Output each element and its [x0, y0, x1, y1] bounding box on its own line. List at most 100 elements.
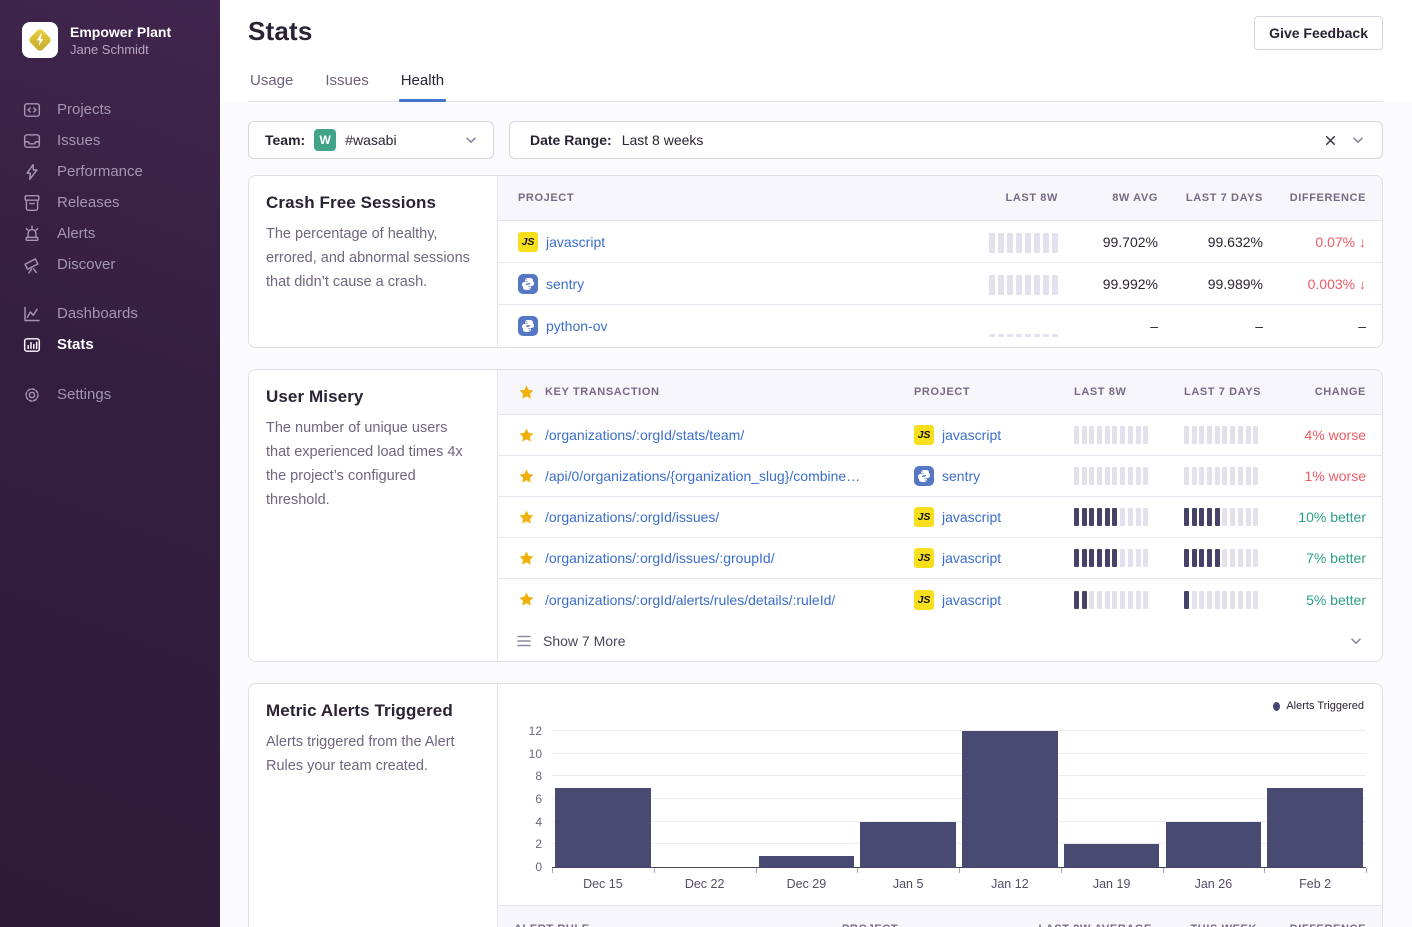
star-icon[interactable]	[518, 427, 535, 444]
legend-label: Alerts Triggered	[1286, 700, 1364, 712]
y-axis-tick-label: 8	[514, 769, 542, 783]
bar-series	[552, 718, 1366, 867]
crash-free-title: Crash Free Sessions	[266, 193, 475, 213]
score-bar	[1074, 548, 1184, 568]
discover-icon	[22, 255, 41, 274]
star-icon[interactable]	[518, 468, 535, 485]
transaction-link[interactable]: /organizations/:orgId/alerts/rules/detai…	[545, 592, 835, 608]
transaction-link[interactable]: /organizations/:orgId/issues/	[545, 509, 719, 525]
sidebar-nav: ProjectsIssuesPerformance Releases Alerts D…	[22, 94, 220, 410]
crash-free-row: JSjavascript99.702%99.632%0.07% ↓	[498, 221, 1382, 263]
sidebar-item-discover[interactable]: Discover	[22, 249, 220, 280]
score-bar	[1184, 425, 1294, 445]
project-link[interactable]: sentry	[546, 276, 584, 292]
project-link[interactable]: javascript	[942, 550, 1001, 566]
date-range-value: Last 8 weeks	[622, 132, 1311, 148]
bar	[860, 822, 956, 867]
project-link[interactable]: sentry	[942, 468, 980, 484]
sidebar-item-settings[interactable]: Settings	[22, 379, 220, 410]
x-axis-tick	[552, 868, 553, 873]
x-axis-tick	[1163, 868, 1164, 873]
x-axis-label: Jan 26	[1163, 877, 1265, 891]
sidebar-item-label: Stats	[57, 336, 94, 353]
user-misery-title: User Misery	[266, 387, 475, 407]
x-axis-tick	[959, 868, 960, 873]
sparkline	[989, 231, 1058, 253]
bar	[962, 731, 1058, 867]
metric-alerts-title: Metric Alerts Triggered	[266, 701, 475, 721]
sidebar-item-releases[interactable]: Releases	[22, 187, 220, 218]
col-this-week: This Week	[1190, 923, 1257, 927]
org-switcher[interactable]: Empower Plant Jane Schmidt	[22, 22, 220, 58]
sidebar-item-performance[interactable]: Performance	[22, 156, 220, 187]
project-link[interactable]: javascript	[942, 427, 1001, 443]
change-value: 4% worse	[1305, 427, 1366, 443]
project-link[interactable]: javascript	[942, 592, 1001, 608]
team-selector[interactable]: Team: W #wasabi	[248, 121, 494, 159]
sparkline	[989, 273, 1058, 295]
project-link[interactable]: javascript	[942, 509, 1001, 525]
team-value: #wasabi	[345, 132, 454, 148]
last7-value: 99.989%	[1208, 276, 1263, 292]
transaction-link[interactable]: /organizations/:orgId/stats/team/	[545, 427, 744, 443]
sidebar-item-label: Alerts	[57, 225, 95, 242]
stats-icon	[22, 335, 41, 354]
transaction-link[interactable]: /organizations/:orgId/issues/:groupId/	[545, 550, 775, 566]
x-axis-label: Dec 15	[552, 877, 654, 891]
col-difference: Difference	[1290, 192, 1366, 204]
y-axis-tick-label: 4	[514, 815, 542, 829]
change-value: 10% better	[1298, 509, 1366, 525]
project-link[interactable]: javascript	[546, 234, 605, 250]
x-axis-label: Feb 2	[1264, 877, 1366, 891]
col-last-7-days: Last 7 Days	[1186, 192, 1263, 204]
sidebar-item-issues[interactable]: Issues	[22, 125, 220, 156]
sidebar-item-alerts[interactable]: Alerts	[22, 218, 220, 249]
close-icon	[1323, 133, 1338, 148]
y-axis-tick-label: 12	[514, 724, 542, 738]
sidebar-item-dashboards[interactable]: Dashboards	[22, 298, 220, 329]
chart-legend: Alerts Triggered	[1273, 700, 1364, 712]
sidebar-item-projects[interactable]: Projects	[22, 94, 220, 125]
user-misery-row: /organizations/:orgId/stats/team/JS javas…	[498, 415, 1382, 456]
clear-date-button[interactable]	[1321, 131, 1340, 150]
nav-group-gap	[22, 280, 220, 298]
crash-free-row: sentry99.992%99.989%0.003% ↓	[498, 263, 1382, 305]
score-bar	[1184, 548, 1294, 568]
user-misery-row: /organizations/:orgId/alerts/rules/detai…	[498, 579, 1382, 620]
difference-value: 0.003% ↓	[1308, 276, 1366, 292]
change-value: 1% worse	[1305, 468, 1366, 484]
team-avatar: W	[314, 129, 336, 151]
main-panel: Stats Give Feedback UsageIssuesHealth Te…	[220, 0, 1412, 927]
show-more-label: Show 7 More	[543, 633, 1337, 649]
releases-icon	[22, 193, 41, 212]
metric-alerts-card: Metric Alerts Triggered Alerts triggered…	[248, 683, 1383, 927]
tab-health[interactable]: Health	[399, 72, 446, 101]
javascript-project-icon: JS	[914, 425, 934, 445]
project-link[interactable]: python-ov	[546, 318, 607, 334]
star-icon[interactable]	[518, 509, 535, 526]
settings-icon	[22, 385, 41, 404]
chevron-down-icon[interactable]	[1350, 132, 1366, 148]
star-icon	[518, 384, 535, 401]
user-misery-desc: User Misery The number of unique users t…	[249, 370, 498, 661]
tab-usage[interactable]: Usage	[248, 72, 295, 101]
crash-free-desc: Crash Free Sessions The percentage of he…	[249, 176, 498, 347]
score-bar	[1074, 466, 1184, 486]
show-more-button[interactable]: Show 7 More	[498, 620, 1382, 661]
date-range-selector[interactable]: Date Range: Last 8 weeks	[509, 121, 1383, 159]
y-axis-tick-label: 6	[514, 792, 542, 806]
transaction-link[interactable]: /api/0/organizations/{organization_slug}…	[545, 468, 860, 484]
bar-column	[552, 718, 654, 867]
alerts-icon	[22, 224, 41, 243]
star-icon[interactable]	[518, 591, 535, 608]
tab-issues[interactable]: Issues	[323, 72, 370, 101]
performance-icon	[22, 162, 41, 181]
sidebar-item-label: Releases	[57, 194, 120, 211]
give-feedback-button[interactable]: Give Feedback	[1254, 16, 1383, 50]
star-icon[interactable]	[518, 550, 535, 567]
sidebar-item-stats[interactable]: Stats	[22, 329, 220, 360]
org-name: Empower Plant	[70, 23, 171, 41]
sidebar: Empower Plant Jane Schmidt ProjectsIssue…	[0, 0, 220, 927]
list-icon	[516, 633, 532, 649]
projects-icon	[22, 100, 41, 119]
